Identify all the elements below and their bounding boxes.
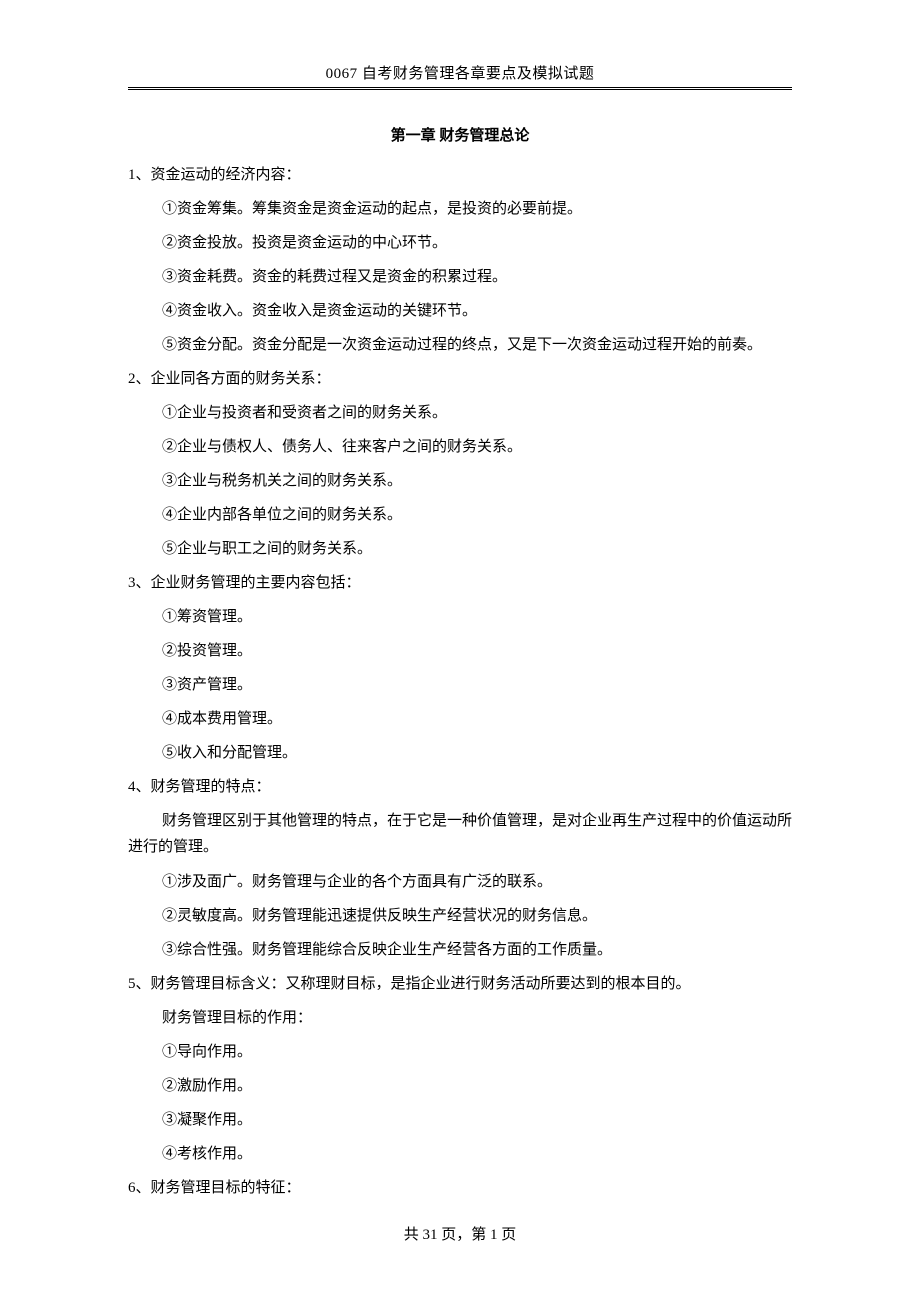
- header-rule-top: [128, 87, 792, 88]
- section-3-title: 3、企业财务管理的主要内容包括：: [128, 571, 792, 595]
- section-1-title: 1、资金运动的经济内容：: [128, 163, 792, 187]
- section-5-item: ③凝聚作用。: [162, 1108, 792, 1132]
- section-4-item: ②灵敏度高。财务管理能迅速提供反映生产经营状况的财务信息。: [162, 904, 792, 928]
- section-1-item: ②资金投放。投资是资金运动的中心环节。: [162, 231, 792, 255]
- section-2-item: ①企业与投资者和受资者之间的财务关系。: [162, 401, 792, 425]
- section-3-item: ④成本费用管理。: [162, 707, 792, 731]
- section-3-item: ①筹资管理。: [162, 605, 792, 629]
- header-rule-bottom: [128, 89, 792, 90]
- section-6-title: 6、财务管理目标的特征：: [128, 1176, 792, 1200]
- section-4-item: ③综合性强。财务管理能综合反映企业生产经营各方面的工作质量。: [162, 938, 792, 962]
- section-2-title: 2、企业同各方面的财务关系：: [128, 367, 792, 391]
- section-5-sub: 财务管理目标的作用：: [162, 1006, 792, 1030]
- section-2-item: ②企业与债权人、债务人、往来客户之间的财务关系。: [162, 435, 792, 459]
- section-3-item: ⑤收入和分配管理。: [162, 741, 792, 765]
- section-3-item: ②投资管理。: [162, 639, 792, 663]
- section-4-item: ①涉及面广。财务管理与企业的各个方面具有广泛的联系。: [162, 870, 792, 894]
- page-header: 0067 自考财务管理各章要点及模拟试题: [128, 62, 792, 83]
- section-1-item: ⑤资金分配。资金分配是一次资金运动过程的终点，又是下一次资金运动过程开始的前奏。: [162, 333, 792, 357]
- section-1-item: ①资金筹集。筹集资金是资金运动的起点，是投资的必要前提。: [162, 197, 792, 221]
- section-1-item: ④资金收入。资金收入是资金运动的关键环节。: [162, 299, 792, 323]
- page-footer: 共 31 页，第 1 页: [0, 1223, 920, 1244]
- section-4-title: 4、财务管理的特点：: [128, 775, 792, 799]
- section-5-item: ②激励作用。: [162, 1074, 792, 1098]
- chapter-title: 第一章 财务管理总论: [128, 124, 792, 145]
- section-1-item: ③资金耗费。资金的耗费过程又是资金的积累过程。: [162, 265, 792, 289]
- section-5-item: ④考核作用。: [162, 1142, 792, 1166]
- section-2-item: ④企业内部各单位之间的财务关系。: [162, 503, 792, 527]
- section-2-item: ⑤企业与职工之间的财务关系。: [162, 537, 792, 561]
- section-5-title: 5、财务管理目标含义：又称理财目标，是指企业进行财务活动所要达到的根本目的。: [128, 972, 792, 996]
- section-3-item: ③资产管理。: [162, 673, 792, 697]
- section-5-item: ①导向作用。: [162, 1040, 792, 1064]
- section-2-item: ③企业与税务机关之间的财务关系。: [162, 469, 792, 493]
- section-4-intro: 财务管理区别于其他管理的特点，在于它是一种价值管理，是对企业再生产过程中的价值运…: [128, 809, 792, 860]
- document-page: 0067 自考财务管理各章要点及模拟试题 第一章 财务管理总论 1、资金运动的经…: [0, 0, 920, 1302]
